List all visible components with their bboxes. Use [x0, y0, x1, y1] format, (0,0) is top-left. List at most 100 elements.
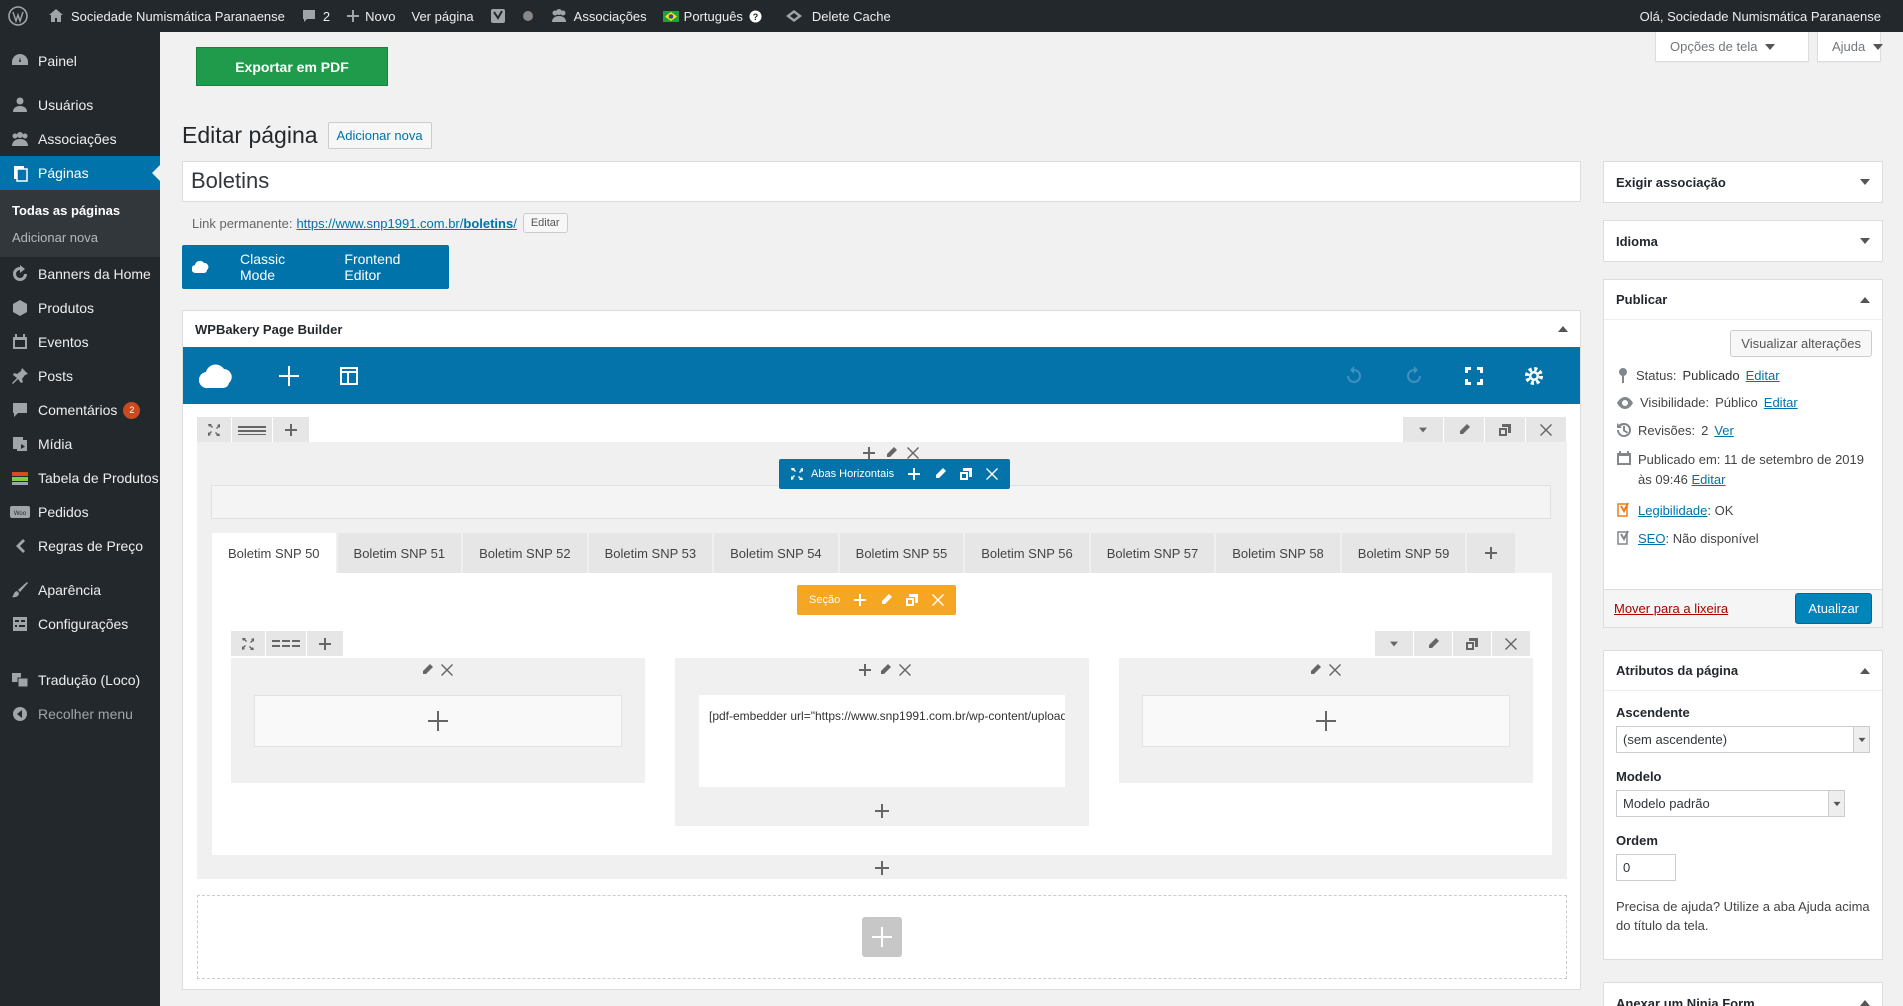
inner-row-layout-icon[interactable] [266, 631, 306, 656]
inner-row-edit-icon[interactable] [1414, 631, 1452, 656]
tab-boletim-50[interactable]: Boletim SNP 50 [212, 533, 336, 573]
preview-changes-button[interactable]: Visualizar alterações [1730, 330, 1872, 357]
add-tab-button[interactable] [1467, 533, 1516, 573]
update-button[interactable]: Atualizar [1795, 593, 1872, 624]
row-drag-icon[interactable] [197, 417, 231, 442]
menu-paginas[interactable]: Páginas [0, 156, 160, 190]
row-delete-icon[interactable] [1526, 417, 1566, 442]
export-pdf-button[interactable]: Exportar em PDF [196, 47, 388, 86]
inner-row-add-icon[interactable] [307, 631, 343, 656]
inner-row-delete-icon[interactable] [1492, 631, 1530, 656]
menu-pedidos[interactable]: Woo Pedidos [0, 495, 160, 529]
tab-boletim-58[interactable]: Boletim SNP 58 [1216, 533, 1340, 573]
empty-column-add-button[interactable] [254, 695, 622, 747]
published-edit-link[interactable]: Editar [1692, 472, 1726, 487]
wpbakery-cloud-icon[interactable] [199, 363, 259, 389]
row-clone-icon[interactable] [1485, 417, 1525, 442]
menu-usuarios[interactable]: Usuários [0, 88, 160, 122]
menu-painel[interactable]: Painel [0, 44, 160, 78]
language-header[interactable]: Idioma [1604, 221, 1882, 261]
screen-options-button[interactable]: Opções de tela [1655, 32, 1809, 62]
submenu-all-pages[interactable]: Todas as páginas [0, 197, 160, 224]
templates-icon[interactable] [319, 365, 379, 387]
close-icon[interactable] [441, 664, 453, 676]
undo-icon[interactable] [1324, 365, 1384, 387]
delete-icon[interactable] [932, 594, 945, 606]
row-toggle-icon[interactable] [1403, 417, 1443, 442]
row-add-element-button[interactable] [875, 861, 889, 875]
move-to-trash-link[interactable]: Mover para a lixeira [1614, 601, 1728, 616]
site-name-link[interactable]: Sociedade Numismática Paranaense [40, 0, 293, 32]
edit-icon[interactable] [879, 664, 891, 676]
language-switcher[interactable]: Português ? [655, 0, 770, 32]
tab-boletim-56[interactable]: Boletim SNP 56 [965, 533, 1089, 573]
seo-link[interactable]: SEO [1638, 531, 1665, 546]
section-controls[interactable]: Seção [797, 585, 957, 615]
tab-boletim-57[interactable]: Boletim SNP 57 [1090, 533, 1215, 573]
post-title-input[interactable]: Boletins [182, 161, 1581, 202]
menu-recolher[interactable]: Recolher menu [0, 697, 160, 731]
require-association-header[interactable]: Exigir associação [1604, 162, 1882, 202]
menu-regras-preco[interactable]: Regras de Preço [0, 529, 160, 563]
status-edit-link[interactable]: Editar [1746, 368, 1780, 383]
menu-posts[interactable]: Posts [0, 359, 160, 393]
tab-boletim-59[interactable]: Boletim SNP 59 [1341, 533, 1466, 573]
close-icon[interactable] [1329, 664, 1341, 676]
ninja-form-header[interactable]: Anexar um Ninja Form [1604, 983, 1882, 1006]
add-new-page-button[interactable]: Adicionar nova [327, 122, 432, 149]
edit-icon[interactable] [880, 594, 893, 606]
order-input[interactable]: 0 [1616, 854, 1676, 881]
add-icon[interactable] [854, 594, 867, 606]
delete-icon[interactable] [986, 468, 999, 480]
add-icon[interactable] [859, 664, 871, 676]
settings-gear-icon[interactable] [1504, 365, 1564, 387]
menu-tabela-produtos[interactable]: Tabela de Produtos [0, 461, 160, 495]
tab-boletim-52[interactable]: Boletim SNP 52 [463, 533, 587, 573]
row-layout-icon[interactable] [232, 417, 272, 442]
new-content-link[interactable]: Novo [338, 0, 403, 32]
collapse-toggle-icon[interactable] [1558, 326, 1568, 332]
row-add-column-icon[interactable] [273, 417, 309, 442]
menu-aparencia[interactable]: Aparência [0, 573, 160, 607]
edit-icon[interactable] [421, 664, 433, 676]
inner-row-clone-icon[interactable] [1453, 631, 1491, 656]
add-element-icon[interactable] [259, 365, 319, 387]
visibility-edit-link[interactable]: Editar [1764, 395, 1798, 410]
tab-boletim-53[interactable]: Boletim SNP 53 [588, 533, 713, 573]
readability-link[interactable]: Legibilidade [1638, 503, 1707, 518]
revisions-view-link[interactable]: Ver [1714, 423, 1734, 438]
add-element-big-button[interactable] [862, 917, 902, 957]
my-account-link[interactable]: Olá, Sociedade Numismática Paranaense [1632, 0, 1903, 32]
menu-traducao[interactable]: Tradução (Loco) [0, 663, 160, 697]
comments-link[interactable]: 2 [293, 0, 338, 32]
tabs-element-controls[interactable]: Abas Horizontais [779, 459, 1011, 489]
template-select[interactable]: Modelo padrão [1616, 790, 1845, 817]
page-attributes-header[interactable]: Atributos da página [1604, 651, 1882, 691]
help-button[interactable]: Ajuda [1817, 32, 1884, 62]
frontend-editor-button[interactable]: Frontend Editor [344, 251, 439, 283]
menu-comentarios[interactable]: Comentários 2 [0, 393, 160, 427]
wordpress-logo-icon[interactable] [0, 0, 40, 32]
view-page-link[interactable]: Ver página [404, 0, 482, 32]
inner-row-toggle-icon[interactable] [1375, 631, 1413, 656]
text-block-element[interactable]: [pdf-embedder url="https://www.snp1991.c… [699, 695, 1065, 787]
tab-boletim-54[interactable]: Boletim SNP 54 [714, 533, 838, 573]
delete-cache-link[interactable]: Delete Cache [770, 0, 899, 32]
edit-icon[interactable] [885, 447, 897, 459]
row-edit-icon[interactable] [1444, 417, 1484, 442]
menu-eventos[interactable]: Eventos [0, 325, 160, 359]
menu-midia[interactable]: Mídia [0, 427, 160, 461]
menu-banners[interactable]: Banners da Home [0, 257, 160, 291]
close-icon[interactable] [899, 664, 911, 676]
yoast-icon[interactable] [482, 0, 514, 32]
redo-icon[interactable] [1384, 365, 1444, 387]
permalink-edit-button[interactable]: Editar [522, 213, 568, 233]
menu-produtos[interactable]: Produtos [0, 291, 160, 325]
submenu-add-new[interactable]: Adicionar nova [0, 224, 160, 251]
add-element-dropzone[interactable] [197, 895, 1567, 979]
inner-row-drag-icon[interactable] [231, 631, 265, 656]
move-icon[interactable] [791, 468, 803, 480]
edit-icon[interactable] [934, 468, 947, 480]
close-icon[interactable] [907, 447, 919, 459]
associations-link[interactable]: Associações [542, 0, 655, 32]
